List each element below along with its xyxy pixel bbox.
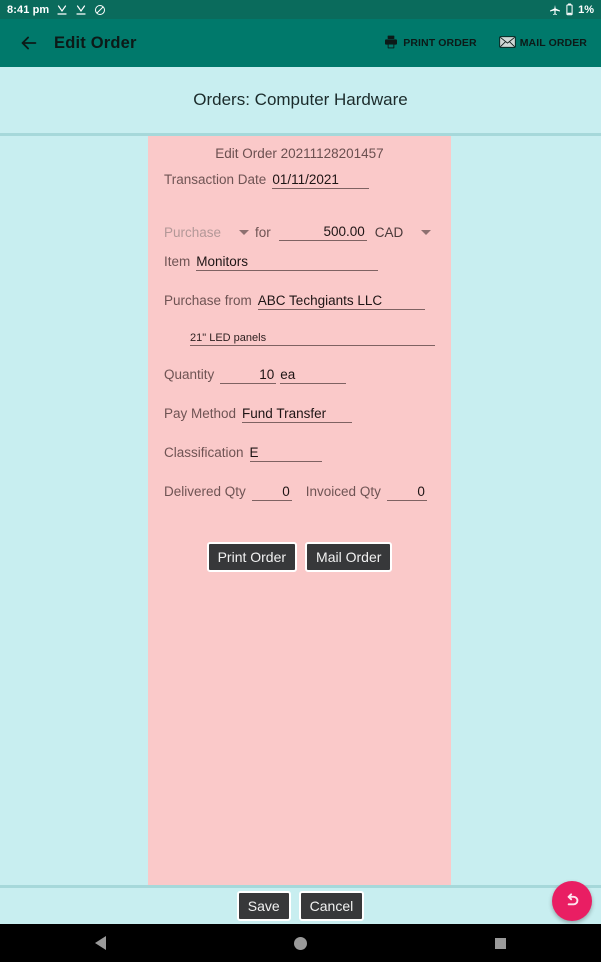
quantities-row: Delivered Qty 0 Invoiced Qty 0 (164, 484, 435, 518)
item-input[interactable]: Monitors (196, 254, 379, 271)
arrow-back-icon (21, 36, 37, 50)
print-order-action[interactable]: PRINT ORDER (383, 34, 477, 53)
section-title: Orders: Computer Hardware (193, 90, 408, 109)
status-bar: 8:41 pm 1% (0, 0, 601, 19)
classification-input[interactable]: E (249, 445, 322, 462)
pay-method-row: Pay Method Fund Transfer (164, 406, 435, 440)
amount-input[interactable]: 500.00 (278, 224, 367, 241)
back-button[interactable] (14, 28, 44, 58)
edit-order-form: Edit Order 20211128201457 Transaction Da… (148, 136, 451, 952)
invoiced-qty-input[interactable]: 0 (386, 484, 427, 501)
quantity-input[interactable]: 10 (220, 367, 277, 384)
nav-home-button[interactable] (270, 924, 330, 962)
item-label: Item (164, 254, 191, 269)
download-done-icon-2 (75, 4, 87, 16)
classification-row: Classification E (164, 445, 435, 479)
home-circle-icon (293, 936, 307, 950)
app-bar: Edit Order PRINT ORDER MAIL ORDER (0, 19, 601, 67)
transaction-type-select[interactable]: Purchase (164, 224, 250, 240)
status-clock: 8:41 pm (7, 3, 50, 16)
nav-recents-button[interactable] (471, 924, 531, 962)
undo-icon (567, 893, 579, 906)
cancel-button[interactable]: Cancel (298, 890, 365, 922)
print-order-button[interactable]: Print Order (206, 542, 298, 573)
envelope-icon (498, 35, 516, 52)
nav-back-button[interactable] (70, 924, 130, 962)
airplane-mode-icon (549, 4, 561, 16)
pay-method-label: Pay Method (164, 406, 237, 421)
delivered-qty-input[interactable]: 0 (251, 484, 292, 501)
transaction-type-row: Purchase for 500.00 CAD (164, 215, 435, 249)
recents-square-icon (495, 937, 507, 949)
purchase-from-input[interactable]: ABC Techgiants LLC (257, 293, 425, 310)
transaction-date-input[interactable]: 01/11/2021 (272, 172, 370, 189)
currency-value: CAD (374, 224, 404, 240)
invoiced-qty-label: Invoiced Qty (305, 484, 381, 499)
currency-chevron-down-icon[interactable] (421, 229, 432, 235)
purchase-from-row: Purchase from ABC Techgiants LLC (164, 293, 435, 327)
battery-percent: 1% (578, 3, 594, 16)
chevron-down-icon (239, 229, 250, 235)
print-order-label: PRINT ORDER (403, 37, 477, 49)
transaction-type-value: Purchase (164, 224, 222, 240)
form-action-buttons: Print Order Mail Order (164, 542, 435, 573)
status-bar-right: 1% (549, 3, 594, 16)
save-button[interactable]: Save (236, 890, 291, 922)
transaction-date-label: Transaction Date (164, 172, 267, 187)
for-label: for (255, 224, 271, 240)
description-input[interactable]: 21" LED panels (190, 332, 435, 346)
status-bar-left: 8:41 pm (7, 4, 106, 16)
system-nav-bar (0, 924, 601, 962)
mail-order-label: MAIL ORDER (519, 37, 587, 49)
page-title: Edit Order (54, 33, 137, 52)
mail-order-button[interactable]: Mail Order (305, 542, 393, 573)
app-bar-actions: PRINT ORDER MAIL ORDER (383, 34, 587, 53)
bottom-action-bar: Save Cancel (0, 888, 601, 924)
quantity-label: Quantity (164, 367, 215, 382)
printer-icon (383, 34, 399, 53)
purchase-from-label: Purchase from (164, 293, 252, 308)
pay-method-input[interactable]: Fund Transfer (242, 406, 353, 423)
battery-icon (565, 3, 574, 16)
do-not-disturb-icon (94, 4, 106, 16)
download-done-icon (56, 4, 68, 16)
transaction-date-row: Transaction Date 01/11/2021 (164, 172, 435, 206)
undo-fab-button[interactable] (552, 881, 592, 921)
quantity-unit-input[interactable]: ea (280, 367, 347, 384)
app-screen: 8:41 pm 1% Edit Order PRINT ORDER MAIL O… (0, 0, 601, 962)
mail-order-action[interactable]: MAIL ORDER (498, 35, 587, 52)
content-area: Orders: Computer Hardware Edit Order 202… (0, 67, 601, 952)
description-row: 21" LED panels (164, 332, 435, 362)
back-triangle-icon (94, 936, 106, 950)
item-row: Item Monitors (164, 254, 435, 288)
quantity-row: Quantity 10 ea (164, 367, 435, 401)
classification-label: Classification (164, 445, 244, 460)
delivered-qty-label: Delivered Qty (164, 484, 246, 499)
form-heading: Edit Order 20211128201457 (215, 146, 384, 161)
